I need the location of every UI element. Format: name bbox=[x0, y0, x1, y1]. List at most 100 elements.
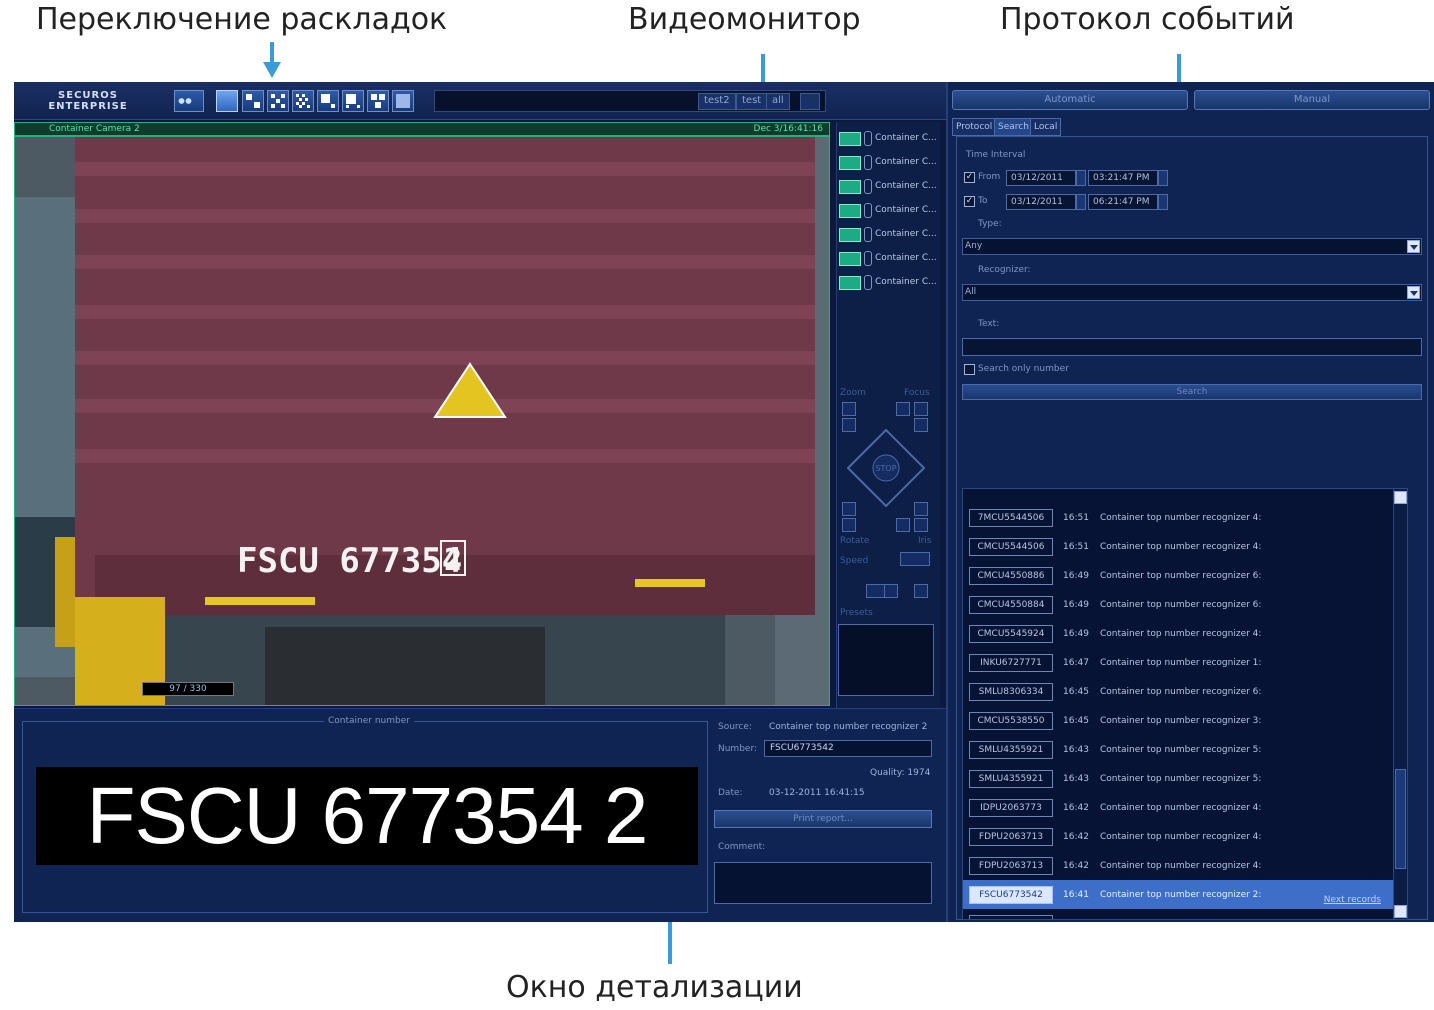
tab-protocol[interactable]: Protocol bbox=[952, 118, 997, 136]
layout-tab-all[interactable]: all bbox=[766, 93, 790, 110]
date-value: 03-12-2011 16:41:15 bbox=[769, 788, 865, 798]
type-select[interactable]: Any bbox=[962, 238, 1422, 255]
camera-list-item[interactable]: Container C... bbox=[839, 178, 939, 196]
result-number[interactable]: CMCU5545924 bbox=[969, 625, 1053, 643]
layout-1plus5-button[interactable] bbox=[317, 90, 339, 112]
layout-1plus7-button[interactable] bbox=[342, 90, 364, 112]
result-row[interactable]: IDPU2063773 16:42 Container top number rec… bbox=[963, 793, 1405, 822]
speed-selector[interactable] bbox=[900, 552, 930, 566]
from-checkbox[interactable]: ✓ bbox=[964, 172, 975, 183]
layout-tab-more[interactable] bbox=[800, 93, 820, 110]
result-number[interactable]: SMLU4355921 bbox=[969, 770, 1053, 788]
rotate-left-button[interactable] bbox=[842, 502, 856, 516]
result-row[interactable]: 7MCU5544506 16:51 Container top number rec… bbox=[963, 503, 1405, 532]
result-number[interactable]: SMLU4355921 bbox=[969, 741, 1053, 759]
layout-1x1-button[interactable] bbox=[216, 90, 238, 112]
rotate-right-button[interactable] bbox=[842, 518, 856, 532]
layout-4x4-button[interactable] bbox=[292, 90, 314, 112]
camera-list-item[interactable]: Container C... bbox=[839, 274, 939, 292]
search-results-list[interactable]: SMLU830726716:40Container top number rec… bbox=[962, 488, 1408, 920]
iris-open-button[interactable] bbox=[914, 502, 928, 516]
to-date-field[interactable]: 03/12/2011 bbox=[1006, 194, 1076, 210]
layout-2plus8-button[interactable] bbox=[367, 90, 389, 112]
manual-mode-button[interactable]: Manual bbox=[1194, 90, 1430, 110]
to-checkbox[interactable]: ✓ bbox=[964, 196, 975, 207]
scroll-down-button[interactable] bbox=[1394, 905, 1407, 918]
result-number[interactable]: SMLU8307264 bbox=[969, 915, 1053, 919]
presets-list[interactable] bbox=[838, 624, 934, 696]
layout-tab-test[interactable]: test bbox=[736, 93, 768, 110]
search-button[interactable]: Search bbox=[962, 384, 1422, 400]
result-number[interactable]: CMCU5544506 bbox=[969, 538, 1053, 556]
search-only-number-checkbox[interactable] bbox=[964, 364, 975, 375]
to-date-spinner[interactable] bbox=[1076, 194, 1086, 210]
layout-3x3-button[interactable] bbox=[267, 90, 289, 112]
camera-list-item[interactable]: Container C... bbox=[839, 250, 939, 268]
result-number[interactable]: FDPU2063713 bbox=[969, 857, 1053, 875]
automatic-mode-button[interactable]: Automatic bbox=[952, 90, 1188, 110]
preset-save-button[interactable] bbox=[884, 584, 898, 598]
result-row[interactable]: INKU6727771 16:47 Container top number rec… bbox=[963, 648, 1405, 677]
print-report-button[interactable]: Print report... bbox=[714, 810, 932, 828]
result-row[interactable]: CMCU4550884 16:49 Container top number rec… bbox=[963, 590, 1405, 619]
camera-list-item[interactable]: Container C... bbox=[839, 202, 939, 220]
iris-auto-button[interactable] bbox=[896, 518, 910, 532]
result-row[interactable]: SMLU8306334 16:45 Container top number rec… bbox=[963, 677, 1405, 706]
layout-2plus8-icon bbox=[371, 94, 385, 108]
zoom-in-button[interactable] bbox=[842, 402, 856, 416]
video-monitor[interactable]: FSCU 677354 2 bbox=[14, 136, 830, 706]
from-date-field[interactable]: 03/12/2011 bbox=[1006, 170, 1076, 186]
date-label: Date: bbox=[718, 788, 743, 798]
layout-tab-test2[interactable]: test2 bbox=[698, 93, 736, 110]
result-row[interactable]: FDPU2063713 16:42 Container top number rec… bbox=[963, 822, 1405, 851]
result-row[interactable]: FDPU2063713 16:42 Container top number rec… bbox=[963, 851, 1405, 880]
result-row[interactable]: SMLU4355921 16:43 Container top number rec… bbox=[963, 764, 1405, 793]
to-time-spinner[interactable] bbox=[1158, 194, 1168, 210]
scroll-thumb[interactable] bbox=[1395, 769, 1406, 869]
result-number[interactable]: FDPU2063713 bbox=[969, 828, 1053, 846]
result-row[interactable]: SMLU4355921 16:43 Container top number rec… bbox=[963, 735, 1405, 764]
preset-play-button[interactable] bbox=[914, 584, 928, 598]
monitor-settings-button[interactable] bbox=[174, 90, 204, 112]
result-number[interactable]: SMLU8306334 bbox=[969, 683, 1053, 701]
camera-list-item[interactable]: Container C... bbox=[839, 226, 939, 244]
result-number[interactable]: CMCU5538550 bbox=[969, 712, 1053, 730]
layout-5x5-button[interactable] bbox=[392, 90, 414, 112]
ptz-joystick[interactable]: STOP bbox=[846, 428, 926, 508]
iris-close-button[interactable] bbox=[914, 518, 928, 532]
tab-local[interactable]: Local bbox=[1030, 118, 1062, 136]
result-number[interactable]: CMCU4550884 bbox=[969, 596, 1053, 614]
results-scrollbar[interactable] bbox=[1393, 489, 1407, 919]
text-search-input[interactable] bbox=[962, 338, 1422, 356]
to-time-field[interactable]: 06:21:47 PM bbox=[1088, 194, 1158, 210]
camera-list-item[interactable]: Container C... bbox=[839, 154, 939, 172]
focus-auto-button[interactable] bbox=[896, 402, 910, 416]
text-label: Text: bbox=[978, 319, 1000, 329]
from-time-field[interactable]: 03:21:47 PM bbox=[1088, 170, 1158, 186]
result-row[interactable]: CMCU5545924 16:49 Container top number rec… bbox=[963, 619, 1405, 648]
result-number[interactable]: FSCU6773542 bbox=[969, 886, 1053, 904]
comment-field[interactable] bbox=[714, 862, 932, 904]
camera-name: Container C... bbox=[875, 229, 937, 239]
result-number[interactable]: CMCU4550886 bbox=[969, 567, 1053, 585]
recognizer-select-value: All bbox=[965, 287, 977, 297]
result-number[interactable]: IDPU2063773 bbox=[969, 799, 1053, 817]
focus-near-button[interactable] bbox=[914, 402, 928, 416]
scroll-up-button[interactable] bbox=[1394, 491, 1407, 504]
camera-list-item[interactable]: Container C... bbox=[839, 130, 939, 148]
from-date-spinner[interactable] bbox=[1076, 170, 1086, 186]
result-source: Container top number recognizer 4: bbox=[1100, 803, 1262, 813]
result-row[interactable]: CMCU5544506 16:51 Container top number rec… bbox=[963, 532, 1405, 561]
result-source: Container top number recognizer 6: bbox=[1100, 687, 1262, 697]
layout-2x2-button[interactable] bbox=[242, 90, 264, 112]
result-number[interactable]: 7MCU5544506 bbox=[969, 509, 1053, 527]
result-number[interactable]: INKU6727771 bbox=[969, 654, 1053, 672]
recognizer-select[interactable]: All bbox=[962, 284, 1422, 301]
result-row[interactable]: CMCU5538550 16:45 Container top number rec… bbox=[963, 706, 1405, 735]
number-field[interactable]: FSCU6773542 bbox=[764, 740, 932, 757]
result-row[interactable]: CMCU4550886 16:49 Container top number rec… bbox=[963, 561, 1405, 590]
from-time-spinner[interactable] bbox=[1158, 170, 1168, 186]
result-row[interactable]: SMLU8307264 16:40 Container top number rec… bbox=[963, 909, 1405, 919]
next-records-link[interactable]: Next records bbox=[1324, 895, 1381, 905]
tab-search[interactable]: Search bbox=[994, 118, 1033, 136]
